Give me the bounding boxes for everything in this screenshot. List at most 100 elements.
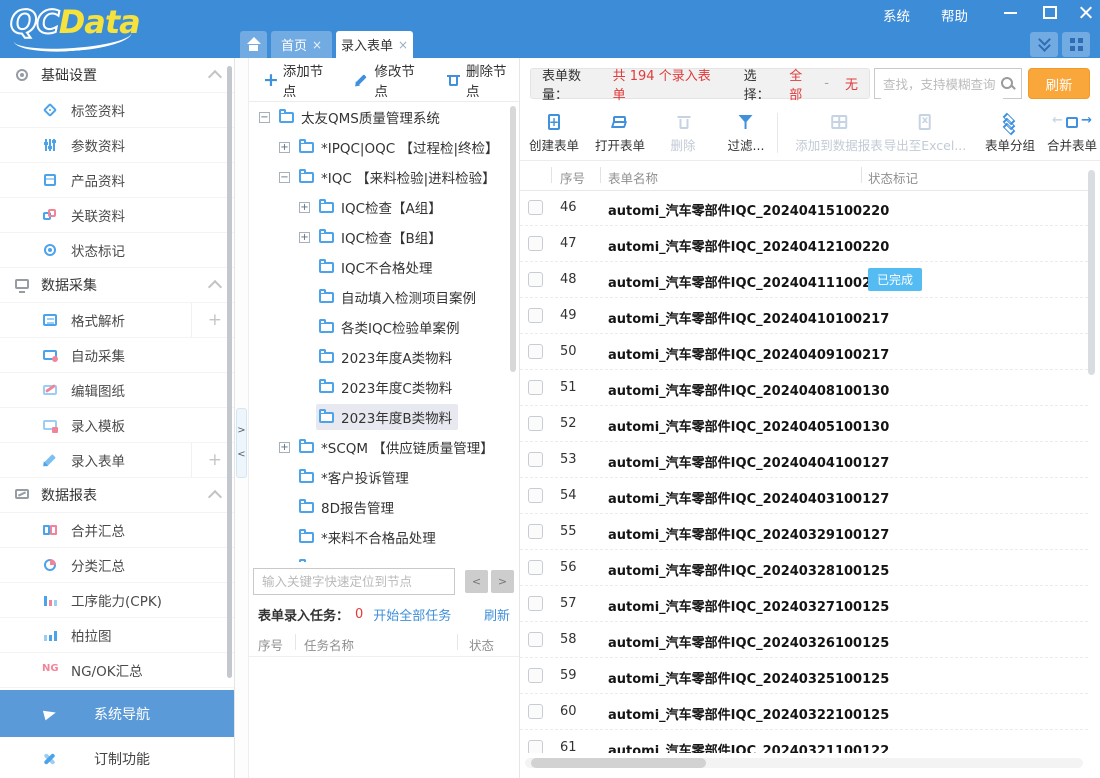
- table-horizontal-scrollbar[interactable]: [525, 758, 1083, 768]
- table-row[interactable]: 61 automi_汽车零部件IQC_20240321100122: [520, 730, 1088, 753]
- row-checkbox[interactable]: [528, 596, 543, 611]
- tab-close-icon[interactable]: ×: [398, 38, 408, 52]
- tree-node[interactable]: 2023年度B类物料: [249, 402, 509, 432]
- tree-node[interactable]: *来料不合格品处理: [249, 522, 509, 552]
- sidebar-item-edit-drawing[interactable]: 编辑图纸: [0, 373, 234, 408]
- open-form-button[interactable]: 打开表单: [595, 111, 645, 154]
- minimize-icon[interactable]: [1003, 4, 1019, 20]
- sidebar-custom-functions[interactable]: 订制功能: [0, 740, 234, 777]
- table-row[interactable]: 46 automi_汽车零部件IQC_20240415100220: [520, 190, 1088, 226]
- expander-icon[interactable]: [279, 142, 290, 153]
- search-icon[interactable]: [999, 75, 1016, 92]
- tree-node[interactable]: 2023年度C类物料: [249, 372, 509, 402]
- table-row[interactable]: 59 automi_汽车零部件IQC_20240325100125: [520, 658, 1088, 694]
- tab-homepage[interactable]: 首页×: [271, 31, 332, 58]
- start-all-tasks-link[interactable]: 开始全部任务: [373, 605, 451, 624]
- expander-icon[interactable]: [299, 232, 310, 243]
- select-none-link[interactable]: 无: [845, 74, 858, 93]
- table-row[interactable]: 51 automi_汽车零部件IQC_20240408100130: [520, 370, 1088, 406]
- sidebar-item-cpk[interactable]: 工序能力(CPK): [0, 583, 234, 618]
- tree-node[interactable]: IQC检查【B组】: [249, 222, 509, 252]
- sidebar-section-basic-settings[interactable]: 基础设置: [0, 58, 234, 93]
- add-icon[interactable]: +: [191, 443, 222, 477]
- modify-node-button[interactable]: 修改节点: [354, 60, 428, 100]
- row-checkbox[interactable]: [528, 488, 543, 503]
- sidebar-item-status-mark[interactable]: 状态标记: [0, 233, 234, 268]
- table-row[interactable]: 48 automi_汽车零部件IQC_20240411100217 已完成: [520, 262, 1088, 298]
- tab-close-icon[interactable]: ×: [312, 38, 322, 52]
- expander-icon[interactable]: [259, 112, 270, 123]
- sidebar-item-entry-form[interactable]: 录入表单 +: [0, 443, 234, 478]
- table-row[interactable]: 50 automi_汽车零部件IQC_20240409100217: [520, 334, 1088, 370]
- sidebar-item-pareto[interactable]: 柏拉图: [0, 618, 234, 653]
- add-node-button[interactable]: 添加节点: [262, 60, 336, 100]
- table-row[interactable]: 56 automi_汽车零部件IQC_20240328100125: [520, 550, 1088, 586]
- sidebar-system-navigation[interactable]: 系统导航: [0, 690, 234, 737]
- sidebar-item-tag-data[interactable]: 标签资料: [0, 93, 234, 128]
- tree-node[interactable]: IQC不合格处理: [249, 252, 509, 282]
- tree-node[interactable]: *IPQC|OQC 【过程检|终检】: [249, 132, 509, 162]
- sidebar-section-data-reports[interactable]: 数据报表: [0, 478, 234, 513]
- tree-node[interactable]: 自动填入检测项目案例: [249, 282, 509, 312]
- tree-node[interactable]: 太友QMS质量管理系统: [249, 102, 509, 132]
- form-search-input[interactable]: [881, 70, 1003, 99]
- table-row[interactable]: 47 automi_汽车零部件IQC_20240412100220: [520, 226, 1088, 262]
- maximize-icon[interactable]: [1042, 4, 1058, 20]
- task-refresh-link[interactable]: 刷新: [484, 605, 510, 624]
- tree-node[interactable]: IQC检查【A组】: [249, 192, 509, 222]
- tree-node[interactable]: 8D报告管理: [249, 492, 509, 522]
- table-row[interactable]: 58 automi_汽车零部件IQC_20240326100125: [520, 622, 1088, 658]
- scrollbar-thumb[interactable]: [531, 758, 706, 768]
- tab-grid-button[interactable]: [1062, 32, 1090, 57]
- tab-home[interactable]: [240, 31, 267, 58]
- row-checkbox[interactable]: [528, 416, 543, 431]
- row-checkbox[interactable]: [528, 236, 543, 251]
- expander-icon[interactable]: [279, 172, 290, 183]
- form-group-button[interactable]: 表单分组: [985, 111, 1035, 154]
- sidebar-item-merge-summary[interactable]: 合并汇总: [0, 513, 234, 548]
- table-row[interactable]: 52 automi_汽车零部件IQC_20240405100130: [520, 406, 1088, 442]
- row-checkbox[interactable]: [528, 452, 543, 467]
- delete-node-button[interactable]: 删除节点: [445, 60, 519, 100]
- expander-icon[interactable]: [279, 442, 290, 453]
- menu-help[interactable]: 帮助: [941, 5, 968, 25]
- sidebar-item-format-parsing[interactable]: 格式解析 +: [0, 303, 234, 338]
- sidebar-item-parameter-data[interactable]: 参数资料: [0, 128, 234, 163]
- filter-button[interactable]: 过滤...: [728, 111, 765, 154]
- table-row[interactable]: 53 automi_汽车零部件IQC_20240404100127: [520, 442, 1088, 478]
- table-vertical-scrollbar[interactable]: [1088, 170, 1095, 375]
- row-checkbox[interactable]: [528, 704, 543, 719]
- sidebar-section-data-collection[interactable]: 数据采集: [0, 268, 234, 303]
- row-checkbox[interactable]: [528, 524, 543, 539]
- menu-system[interactable]: 系统: [883, 5, 910, 25]
- find-next-button[interactable]: >: [491, 570, 514, 593]
- row-checkbox[interactable]: [528, 380, 543, 395]
- merge-form-button[interactable]: ← 合并表单: [1047, 111, 1097, 154]
- tree-search-input[interactable]: [253, 568, 455, 595]
- select-all-link[interactable]: 全部: [789, 65, 814, 103]
- table-row[interactable]: 57 automi_汽车零部件IQC_20240327100125: [520, 586, 1088, 622]
- sidebar-item-entry-template[interactable]: 录入模板: [0, 408, 234, 443]
- sidebar-item-product-data[interactable]: 产品资料: [0, 163, 234, 198]
- table-row[interactable]: 49 automi_汽车零部件IQC_20240410100217: [520, 298, 1088, 334]
- tree-node[interactable]: *客户投诉管理: [249, 462, 509, 492]
- add-icon[interactable]: +: [191, 303, 222, 337]
- table-row[interactable]: 54 automi_汽车零部件IQC_20240403100127: [520, 478, 1088, 514]
- sidebar-item-ng-ok-summary[interactable]: NG/OK汇总: [0, 653, 234, 688]
- panel-collapse-handle[interactable]: > <: [236, 408, 247, 478]
- table-row[interactable]: 60 automi_汽车零部件IQC_20240322100125: [520, 694, 1088, 730]
- tree-node[interactable]: *IQC 【来料检验|进料检验】: [249, 162, 509, 192]
- table-row[interactable]: 55 automi_汽车零部件IQC_20240329100127: [520, 514, 1088, 550]
- row-checkbox[interactable]: [528, 668, 543, 683]
- create-form-button[interactable]: 创建表单: [529, 111, 579, 154]
- sidebar-scrollbar[interactable]: [227, 66, 232, 678]
- row-checkbox[interactable]: [528, 740, 543, 753]
- row-checkbox[interactable]: [528, 272, 543, 287]
- tab-entry-forms[interactable]: 录入表单×: [336, 31, 413, 58]
- tab-overflow-button[interactable]: [1030, 32, 1058, 57]
- sidebar-item-category-summary[interactable]: 分类汇总: [0, 548, 234, 583]
- tree-node[interactable]: 2023年度A类物料: [249, 342, 509, 372]
- refresh-button[interactable]: 刷新: [1028, 68, 1090, 99]
- row-checkbox[interactable]: [528, 344, 543, 359]
- close-icon[interactable]: [1078, 4, 1094, 20]
